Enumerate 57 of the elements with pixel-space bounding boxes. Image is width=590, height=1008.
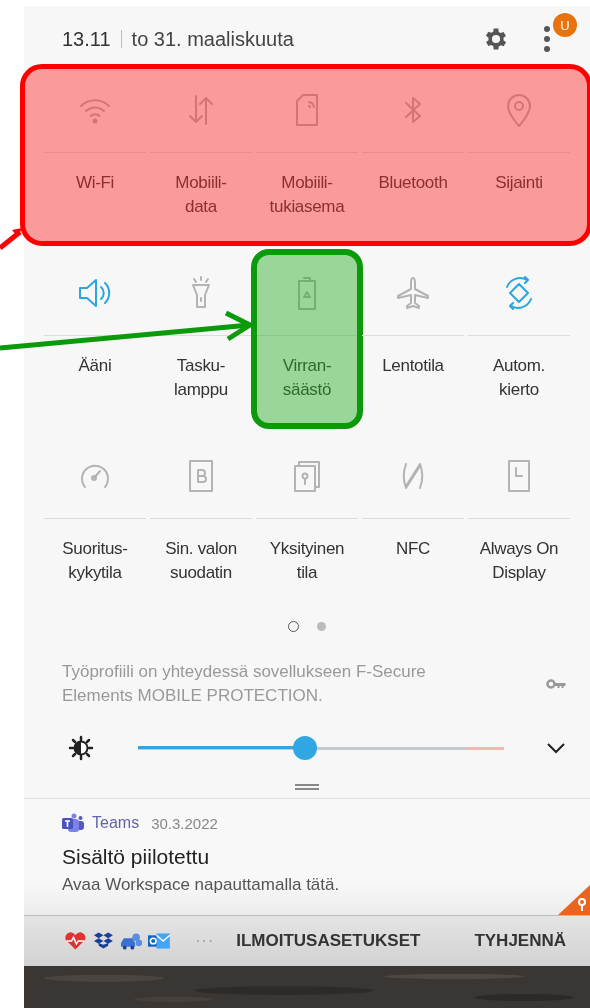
tile-label: Sijainti — [495, 172, 543, 194]
quick-setting-tile[interactable]: Mobiili- tukiasema — [254, 72, 360, 242]
quick-setting-tile[interactable]: Autom. kierto — [466, 255, 572, 425]
notification-date: 30.3.2022 — [151, 814, 218, 832]
tile-label: Ääni — [78, 355, 112, 377]
quick-setting-tile[interactable]: Ääni — [42, 255, 148, 425]
notification-title: Sisältö piilotettu — [62, 845, 211, 869]
slider-thumb[interactable] — [293, 736, 318, 760]
tile-label: NFC — [395, 538, 430, 560]
tile-label: Yksityinen tila — [269, 538, 345, 584]
drag-handle[interactable] — [295, 784, 319, 790]
work-profile-text: Työprofiili on yhteydessä sovellukseen F-Secure Elements MOBILE PROTECTION. — [62, 661, 427, 707]
more-button[interactable] — [542, 23, 552, 55]
quick-setting-tile[interactable]: Lentotila — [360, 255, 466, 425]
profile-badge: U — [553, 13, 577, 37]
tile-label: Autom. kierto — [492, 355, 546, 401]
mail-app-icon — [148, 932, 172, 950]
quick-setting-tile[interactable]: Always On Display — [466, 438, 572, 608]
key-icon — [546, 679, 566, 689]
tile-label: Always On Display — [479, 538, 559, 584]
app-name: Teams — [92, 814, 140, 832]
tile-label: Sin. valon suodatin — [165, 538, 237, 584]
quick-setting-tile[interactable]: Suoritus- kykytila — [42, 438, 148, 608]
quick-setting-tile[interactable]: Yksityinen tila — [254, 438, 360, 608]
boxes-icon — [92, 931, 114, 951]
tile-label: Mobiili- tukiasema — [269, 172, 345, 218]
date: to 31. maaliskuuta — [131, 27, 295, 51]
tile-label: Mobiili- data — [175, 172, 227, 218]
arrow — [0, 228, 22, 250]
brightness-icon — [68, 735, 94, 761]
tile-label: Virran- säästö — [282, 355, 332, 401]
chevron-down-icon[interactable] — [546, 742, 566, 754]
notification-settings-button[interactable]: ILMOITUSASETUKSET — [236, 927, 421, 955]
more-apps: ··· — [195, 932, 215, 950]
tile-label: Tasku- lamppu — [174, 355, 228, 401]
quick-setting-tile[interactable]: Sin. valon suodatin — [148, 438, 254, 608]
tile-label: Suoritus- kykytila — [62, 538, 128, 584]
tile-label: Lentotila — [382, 355, 444, 377]
notification-card[interactable]: Teams 30.3.2022 Sisältö piilotettu Avaa Workspace napauttamalla tätä. — [24, 798, 590, 915]
quick-setting-tile[interactable]: NFC — [360, 438, 466, 608]
quick-setting-tile[interactable]: Wi-Fi — [42, 72, 148, 242]
time: 13.11 — [62, 27, 111, 51]
teams-app-icon — [62, 813, 84, 833]
quick-setting-tile[interactable]: Mobiili- data — [148, 72, 254, 242]
tile-label: Bluetooth — [378, 172, 448, 194]
corner-key-icon — [558, 885, 590, 915]
quick-setting-tile[interactable]: Tasku- lamppu — [148, 255, 254, 425]
clear-button[interactable]: TYHJENNÄ — [474, 927, 566, 955]
heart-pulse-icon — [64, 931, 87, 951]
quick-setting-tile[interactable]: Virran- säästö — [254, 255, 360, 425]
quick-setting-tile[interactable]: Bluetooth — [360, 72, 466, 242]
page-dot[interactable] — [317, 621, 326, 631]
more-icon — [543, 25, 551, 53]
quick-setting-tile[interactable]: Sijainti — [466, 72, 572, 242]
notification-body: Avaa Workspace napauttamalla tätä. — [62, 875, 341, 895]
car-bubbles-icon — [119, 931, 143, 951]
tile-label: Wi-Fi — [75, 172, 115, 194]
